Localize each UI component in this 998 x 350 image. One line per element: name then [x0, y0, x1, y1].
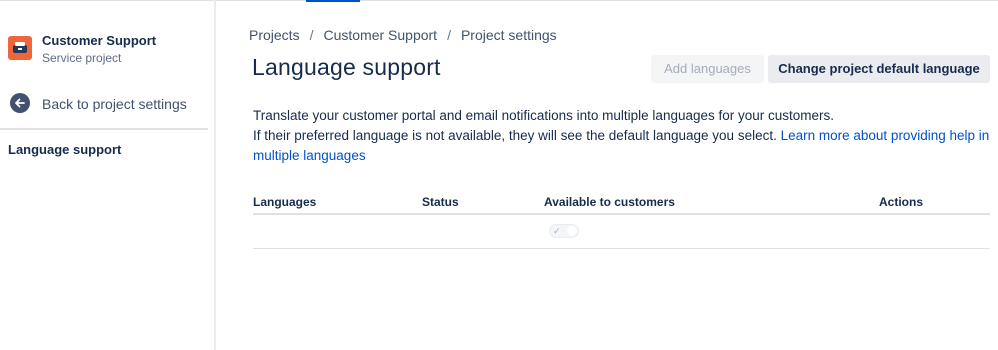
check-icon: ✓	[553, 226, 561, 236]
breadcrumb: Projects / Customer Support / Project settin…	[249, 27, 557, 45]
column-header-languages: Languages	[253, 195, 317, 209]
page-description: Translate your customer portal and email…	[253, 106, 993, 166]
project-header[interactable]: Customer Support Service project	[8, 33, 208, 69]
column-header-available: Available to customers	[544, 195, 675, 209]
breadcrumb-customer-support[interactable]: Customer Support	[323, 27, 437, 43]
sidebar: Customer Support Service project Back to…	[0, 0, 216, 350]
top-active-indicator	[306, 0, 360, 2]
column-header-status: Status	[422, 195, 459, 209]
breadcrumb-projects[interactable]: Projects	[249, 27, 300, 43]
change-default-language-button[interactable]: Change project default language	[768, 55, 990, 83]
breadcrumb-project-settings[interactable]: Project settings	[461, 27, 557, 43]
column-header-actions: Actions	[879, 195, 924, 209]
table-row: ✓	[253, 215, 990, 249]
description-line-2-text: If their preferred language is not avail…	[253, 128, 777, 143]
back-link-label: Back to project settings	[42, 96, 187, 112]
back-to-project-settings-link[interactable]: Back to project settings	[8, 92, 208, 116]
toggle-knob	[567, 226, 577, 236]
arrow-left-circle-icon	[10, 93, 30, 113]
project-type: Service project	[42, 51, 122, 65]
breadcrumb-separator: /	[447, 27, 451, 43]
sidebar-item-language-support[interactable]: Language support	[8, 142, 121, 157]
available-to-customers-toggle[interactable]: ✓	[549, 224, 579, 238]
description-line-1: Translate your customer portal and email…	[253, 108, 835, 123]
table-row-divider	[253, 248, 990, 249]
project-avatar-icon	[8, 36, 32, 60]
sidebar-divider	[0, 128, 208, 130]
description-line-2: If their preferred language is not avail…	[253, 126, 993, 166]
project-name: Customer Support	[42, 33, 157, 48]
page-title: Language support	[252, 54, 441, 80]
add-languages-button[interactable]: Add languages	[651, 55, 764, 83]
breadcrumb-separator: /	[309, 27, 314, 43]
